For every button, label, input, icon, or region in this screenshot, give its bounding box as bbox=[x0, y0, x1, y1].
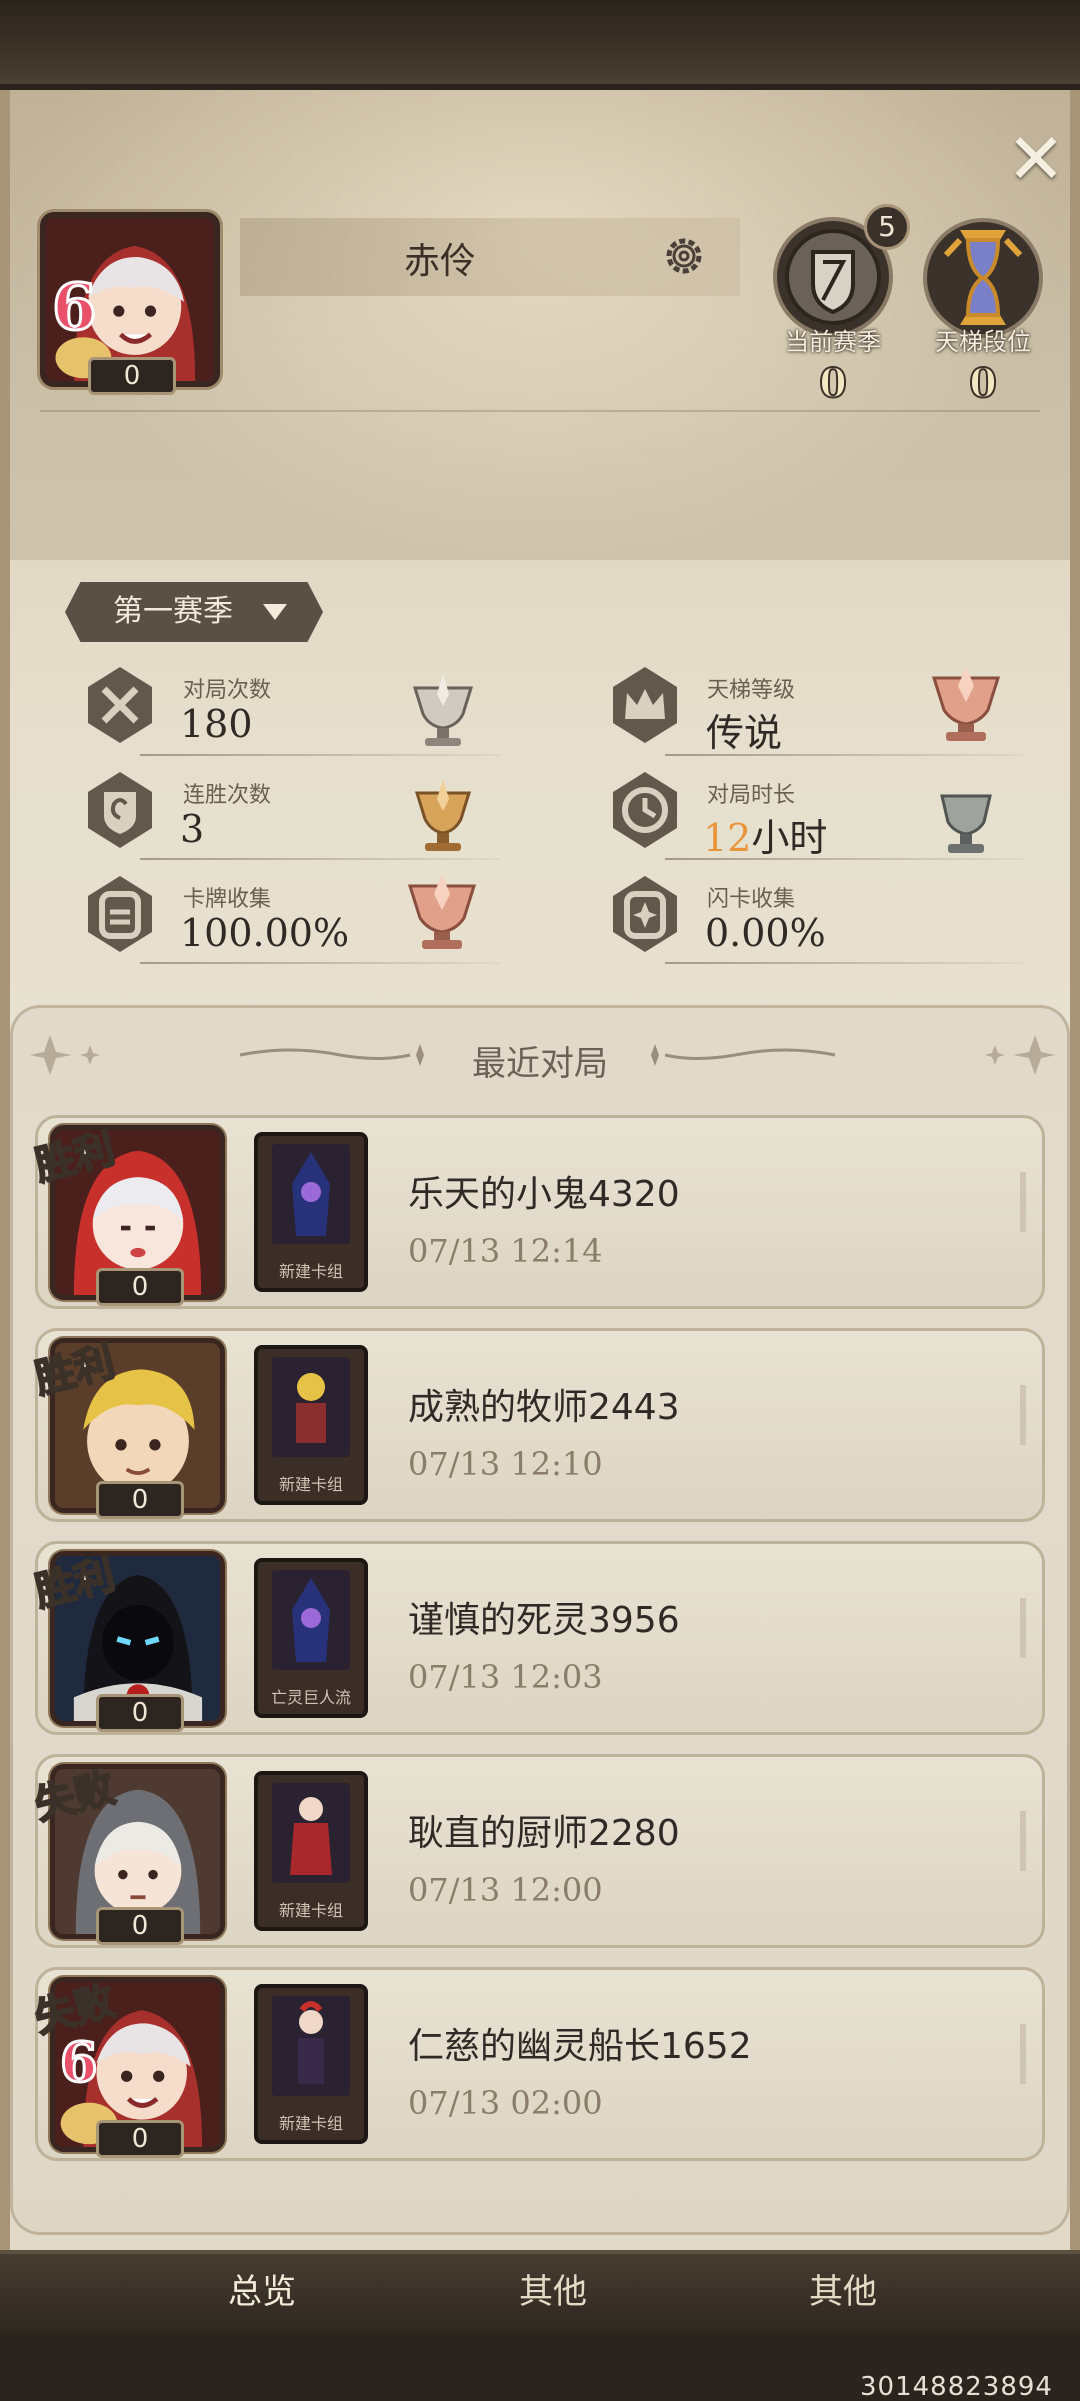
rose-gold-trophy-icon bbox=[931, 666, 1001, 741]
ladder-badge-label: 天梯段位 bbox=[935, 328, 1031, 356]
deck-card[interactable]: 新建卡组 bbox=[254, 1345, 368, 1505]
stat-value-win-streak: 3 bbox=[180, 807, 205, 851]
opponent-name: 成熟的牧师2443 bbox=[408, 1387, 680, 1428]
gear-icon[interactable] bbox=[660, 232, 708, 280]
close-button[interactable]: ✕ bbox=[1005, 124, 1067, 194]
deck-name: 新建卡组 bbox=[278, 1262, 343, 1281]
season-rank-badge: 5 bbox=[864, 204, 910, 250]
deck-art bbox=[272, 1996, 350, 2096]
season-select-label: 第一赛季 bbox=[113, 594, 233, 629]
match-time: 07/13 12:14 bbox=[408, 1232, 603, 1270]
shiny-card-icon bbox=[613, 876, 677, 952]
match-time: 07/13 02:00 bbox=[408, 2084, 603, 2122]
match-count: 0 bbox=[96, 1694, 184, 1732]
crown-icon bbox=[613, 667, 677, 743]
deck-name: 新建卡组 bbox=[278, 1901, 343, 1920]
iron-trophy-icon bbox=[940, 794, 992, 853]
match-time: 07/13 12:03 bbox=[408, 1658, 603, 1696]
match-count: 0 bbox=[96, 1481, 184, 1519]
row-edge bbox=[1020, 1385, 1026, 1445]
match-count: 0 bbox=[96, 1268, 184, 1306]
deck-card[interactable]: 亡灵巨人流 bbox=[254, 1558, 368, 1718]
match-count: 0 bbox=[96, 1907, 184, 1945]
header-divider bbox=[40, 410, 1040, 412]
opponent-name: 乐天的小鬼4320 bbox=[408, 1174, 680, 1215]
stat-value-card-collection: 100.00% bbox=[180, 911, 350, 955]
stat-underline bbox=[665, 858, 1025, 860]
row-edge bbox=[1020, 1172, 1026, 1232]
player-level: 6 bbox=[51, 269, 99, 347]
season-select[interactable]: 第一赛季 bbox=[65, 582, 323, 642]
row-edge bbox=[1020, 1811, 1026, 1871]
deck-card[interactable]: 新建卡组 bbox=[254, 1771, 368, 1931]
deck-art bbox=[272, 1783, 350, 1883]
top-frame bbox=[0, 0, 1080, 90]
deck-card[interactable]: 新建卡组 bbox=[254, 1984, 368, 2144]
play-time-unit: 小时 bbox=[751, 816, 828, 860]
card-collection-icon bbox=[88, 876, 152, 952]
play-time-number: 12 bbox=[703, 816, 752, 860]
stat-label-play-time: 对局时长 bbox=[707, 783, 796, 808]
opponent-name: 耿直的厨师2280 bbox=[408, 1813, 680, 1854]
silver-trophy-icon bbox=[412, 674, 474, 746]
bronze-trophy-icon bbox=[414, 779, 472, 851]
player-avatar-count: 0 bbox=[88, 357, 176, 395]
ornament-left-icon bbox=[239, 1044, 424, 1066]
ornament-right-icon bbox=[651, 1044, 836, 1066]
stat-underline bbox=[140, 962, 500, 964]
recent-matches-title: 最近对局 bbox=[472, 1044, 608, 1084]
stat-value-shiny-collection: 0.00% bbox=[705, 911, 826, 955]
chevron-down-icon bbox=[263, 604, 287, 620]
tab-other-2[interactable]: 其他 bbox=[743, 2257, 943, 2327]
deck-name: 亡灵巨人流 bbox=[270, 1688, 351, 1707]
deck-art bbox=[272, 1357, 350, 1457]
opponent-level: 6 bbox=[59, 2029, 100, 2096]
tab-overview[interactable]: 总览 bbox=[162, 2257, 362, 2327]
stat-underline bbox=[665, 754, 1025, 756]
season-badge-value: 0 bbox=[818, 359, 848, 408]
deck-name: 新建卡组 bbox=[278, 2114, 343, 2133]
deck-card[interactable]: 新建卡组 bbox=[254, 1132, 368, 1292]
deck-art bbox=[272, 1144, 350, 1244]
stat-value-ladder-tier: 传说 bbox=[706, 711, 783, 755]
stat-label-card-collection: 卡牌收集 bbox=[183, 887, 272, 912]
sparkle-icon bbox=[30, 1035, 100, 1075]
crossed-swords-icon bbox=[88, 667, 152, 743]
season-badge-label: 当前赛季 bbox=[785, 328, 881, 356]
match-count: 0 bbox=[96, 2120, 184, 2158]
stat-label-matches: 对局次数 bbox=[183, 678, 272, 703]
player-name: 赤伶 bbox=[403, 241, 476, 282]
stat-label-win-streak: 连胜次数 bbox=[183, 783, 272, 808]
stat-value-matches: 180 bbox=[180, 702, 253, 746]
opponent-name: 谨慎的死灵3956 bbox=[408, 1600, 680, 1641]
tab-other-1[interactable]: 其他 bbox=[453, 2257, 653, 2327]
row-edge bbox=[1020, 1598, 1026, 1658]
stat-value-play-time: 12小时 bbox=[703, 807, 827, 862]
stat-underline bbox=[665, 962, 1025, 964]
sparkle-icon bbox=[985, 1035, 1055, 1075]
user-id: 30148823894 bbox=[860, 2372, 1053, 2401]
match-time: 07/13 12:00 bbox=[408, 1871, 603, 1909]
stat-underline bbox=[140, 858, 500, 860]
clock-icon bbox=[613, 772, 677, 848]
row-edge bbox=[1020, 2024, 1026, 2084]
deck-name: 新建卡组 bbox=[278, 1475, 343, 1494]
match-time: 07/13 12:10 bbox=[408, 1445, 603, 1483]
stat-underline bbox=[140, 754, 500, 756]
opponent-name: 仁慈的幽灵船长1652 bbox=[408, 2026, 752, 2067]
ladder-badge-value: 0 bbox=[968, 359, 998, 408]
shield-emblem-icon bbox=[88, 772, 152, 848]
deck-art bbox=[272, 1570, 350, 1670]
stat-label-ladder-tier: 天梯等级 bbox=[707, 678, 796, 703]
rose-gold-trophy-icon bbox=[407, 874, 477, 949]
stat-label-shiny-collection: 闪卡收集 bbox=[707, 887, 796, 912]
